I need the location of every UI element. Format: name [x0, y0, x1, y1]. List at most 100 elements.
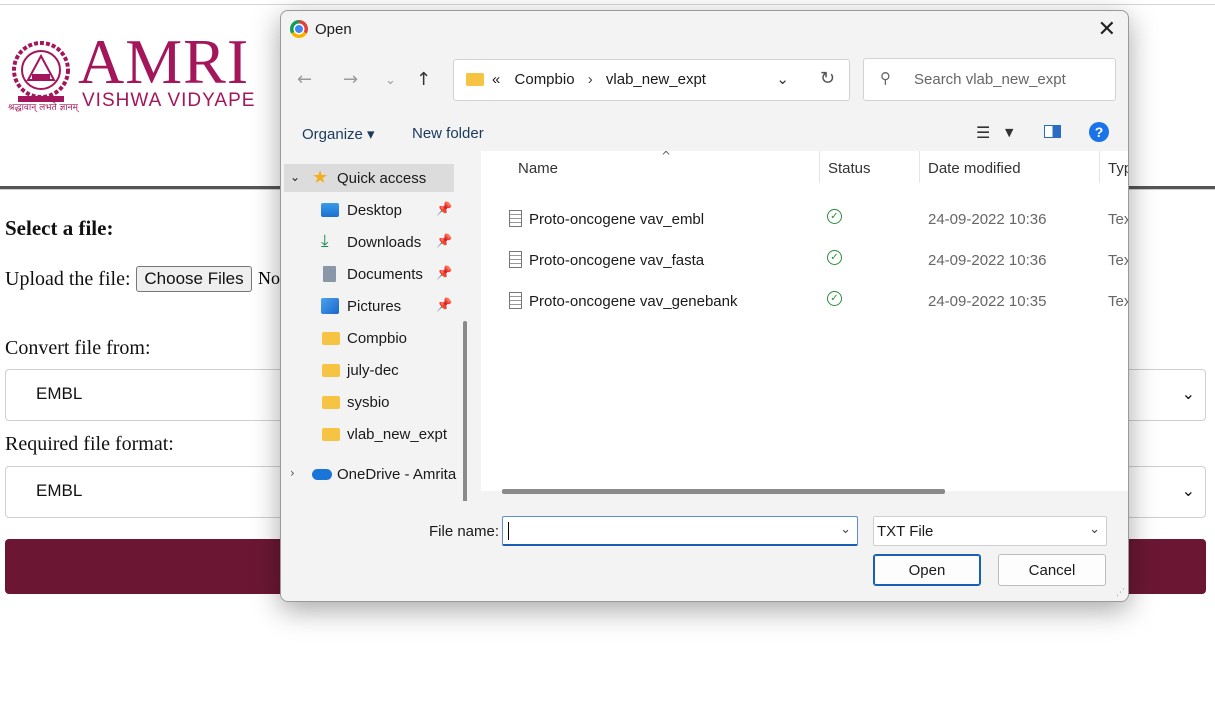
- dialog-toolbar: Organize ▾ New folder ☰ ▼ ?: [281, 119, 1128, 149]
- nav-item-compbio[interactable]: Compbio: [281, 324, 471, 352]
- nav-item-downloads[interactable]: ⤓ Downloads 📌: [281, 228, 471, 256]
- chevron-down-icon[interactable]: ⌄: [776, 70, 789, 88]
- search-input[interactable]: Search vlab_new_expt: [914, 71, 1066, 88]
- breadcrumb-current[interactable]: vlab_new_expt: [606, 71, 706, 88]
- navigation-pane: ⌄ ★ Quick access Desktop 📌 ⤓ Downloads 📌…: [281, 151, 478, 579]
- nav-item-documents[interactable]: Documents 📌: [281, 260, 471, 288]
- search-icon: ⚲: [880, 69, 891, 87]
- browser-top-line: [0, 0, 1215, 5]
- column-header-date[interactable]: Date modified: [928, 160, 1021, 177]
- file-list: ^ Name Status Date modified Typ Proto-on…: [481, 149, 1128, 491]
- new-folder-button[interactable]: New folder: [412, 125, 484, 142]
- sort-ascending-icon: ^: [661, 149, 672, 163]
- resize-grip-icon[interactable]: ⋰: [1116, 588, 1125, 598]
- logo-wordmark: AMRI: [78, 26, 250, 97]
- nav-item-july-dec[interactable]: july-dec: [281, 356, 471, 384]
- column-divider[interactable]: [919, 151, 920, 183]
- address-bar[interactable]: « Compbio › vlab_new_expt ⌄ ↻: [453, 59, 850, 101]
- choose-files-button[interactable]: Choose Files: [136, 266, 252, 292]
- help-icon[interactable]: ?: [1089, 122, 1109, 142]
- logo-motto: श्रद्धावान् लभते ज्ञानम्: [8, 103, 78, 113]
- file-type: Tex: [1108, 293, 1128, 310]
- chevron-down-icon: ⌄: [1181, 384, 1195, 403]
- file-type-value: TXT File: [877, 523, 934, 540]
- cloud-icon: [312, 469, 332, 480]
- nav-quick-access-label: Quick access: [337, 170, 427, 187]
- chevron-down-icon: ⌄: [1181, 481, 1195, 500]
- convert-from-label: Convert file from:: [5, 337, 151, 359]
- nav-item-label: Documents: [347, 266, 423, 283]
- column-divider[interactable]: [1099, 151, 1100, 183]
- nav-quick-access[interactable]: ⌄ ★ Quick access: [284, 164, 454, 192]
- nav-item-label: Compbio: [347, 330, 408, 347]
- documents-icon: [323, 266, 336, 282]
- breadcrumb-overflow[interactable]: «: [492, 71, 500, 88]
- forward-arrow-icon[interactable]: →: [343, 69, 358, 90]
- pin-icon: 📌: [436, 266, 453, 281]
- dialog-titlebar: Open ✕: [281, 11, 1128, 49]
- file-type: Tex: [1108, 211, 1128, 228]
- synced-check-icon: ✓: [827, 250, 842, 265]
- search-box[interactable]: ⚲ Search vlab_new_expt: [863, 58, 1116, 101]
- organize-menu[interactable]: Organize ▾: [302, 125, 375, 143]
- synced-check-icon: ✓: [827, 209, 842, 224]
- folder-icon: [322, 428, 340, 441]
- nav-item-label: sysbio: [347, 394, 390, 411]
- required-format-label: Required file format:: [5, 433, 174, 455]
- nav-item-desktop[interactable]: Desktop 📌: [281, 196, 471, 224]
- up-arrow-icon[interactable]: ↑: [416, 69, 431, 90]
- breadcrumb-compbio[interactable]: Compbio: [515, 71, 575, 88]
- column-header-name[interactable]: Name: [518, 160, 558, 177]
- file-name: Proto-oncogene vav_fasta: [529, 252, 705, 269]
- open-button[interactable]: Open: [873, 554, 981, 586]
- nav-item-label: Downloads: [347, 234, 422, 251]
- chevron-right-icon[interactable]: ›: [290, 466, 308, 482]
- logo-subtitle: VISHWA VIDYAPE: [82, 90, 256, 111]
- logo-emblem-icon: [12, 41, 70, 102]
- nav-item-onedrive[interactable]: › OneDrive - Amrita: [281, 460, 471, 488]
- nav-item-vlab-new-expt[interactable]: vlab_new_expt: [281, 420, 471, 448]
- open-file-dialog: Open ✕ ← → ⌄ ↑ « Compbio › vlab_new_expt…: [280, 10, 1129, 602]
- desktop-icon: [321, 203, 339, 217]
- nav-item-sysbio[interactable]: sysbio: [281, 388, 471, 416]
- file-row[interactable]: Proto-oncogene vav_genebank ✓ 24-09-2022…: [481, 287, 1128, 317]
- star-icon: ★: [312, 167, 329, 188]
- no-file-text: No: [258, 268, 280, 288]
- pin-icon: 📌: [436, 234, 453, 249]
- file-name-label: File name:: [429, 523, 500, 540]
- column-header-status[interactable]: Status: [828, 160, 871, 177]
- view-options-icon[interactable]: ☰: [976, 123, 990, 142]
- pin-icon: 📌: [436, 202, 453, 217]
- file-type: Tex: [1108, 252, 1128, 269]
- column-header-type[interactable]: Typ: [1108, 160, 1128, 177]
- breadcrumb-separator: ›: [587, 71, 593, 88]
- pin-icon: 📌: [436, 298, 453, 313]
- text-caret: [508, 522, 509, 540]
- upload-label: Upload the file:: [5, 268, 131, 290]
- nav-item-label: july-dec: [347, 362, 399, 379]
- synced-check-icon: ✓: [827, 291, 842, 306]
- convert-from-value: EMBL: [36, 384, 83, 403]
- cancel-button[interactable]: Cancel: [998, 554, 1106, 586]
- file-row[interactable]: Proto-oncogene vav_fasta ✓ 24-09-2022 10…: [481, 246, 1128, 276]
- file-row[interactable]: Proto-oncogene vav_embl ✓ 24-09-2022 10:…: [481, 205, 1128, 235]
- file-name-input[interactable]: ⌄: [502, 516, 858, 546]
- file-date: 24-09-2022 10:35: [928, 293, 1047, 310]
- chrome-icon: [290, 20, 308, 38]
- recent-locations-icon[interactable]: ⌄: [385, 73, 396, 88]
- file-type-select[interactable]: TXT File ⌄: [873, 516, 1107, 546]
- preview-pane-icon[interactable]: [1044, 125, 1061, 138]
- breadcrumb: « Compbio › vlab_new_expt: [492, 71, 706, 88]
- chevron-down-icon[interactable]: ⌄: [290, 170, 308, 186]
- chevron-down-icon[interactable]: ⌄: [840, 522, 851, 537]
- column-divider[interactable]: [819, 151, 820, 183]
- horizontal-scrollbar[interactable]: [502, 489, 945, 494]
- pictures-icon: [321, 298, 339, 314]
- view-dropdown-icon[interactable]: ▼: [1005, 126, 1013, 139]
- back-arrow-icon[interactable]: ←: [297, 69, 312, 90]
- nav-item-pictures[interactable]: Pictures 📌: [281, 292, 471, 320]
- folder-icon: [466, 73, 484, 86]
- close-icon[interactable]: ✕: [1098, 17, 1116, 42]
- refresh-icon[interactable]: ↻: [820, 68, 835, 89]
- text-file-icon: [509, 210, 522, 227]
